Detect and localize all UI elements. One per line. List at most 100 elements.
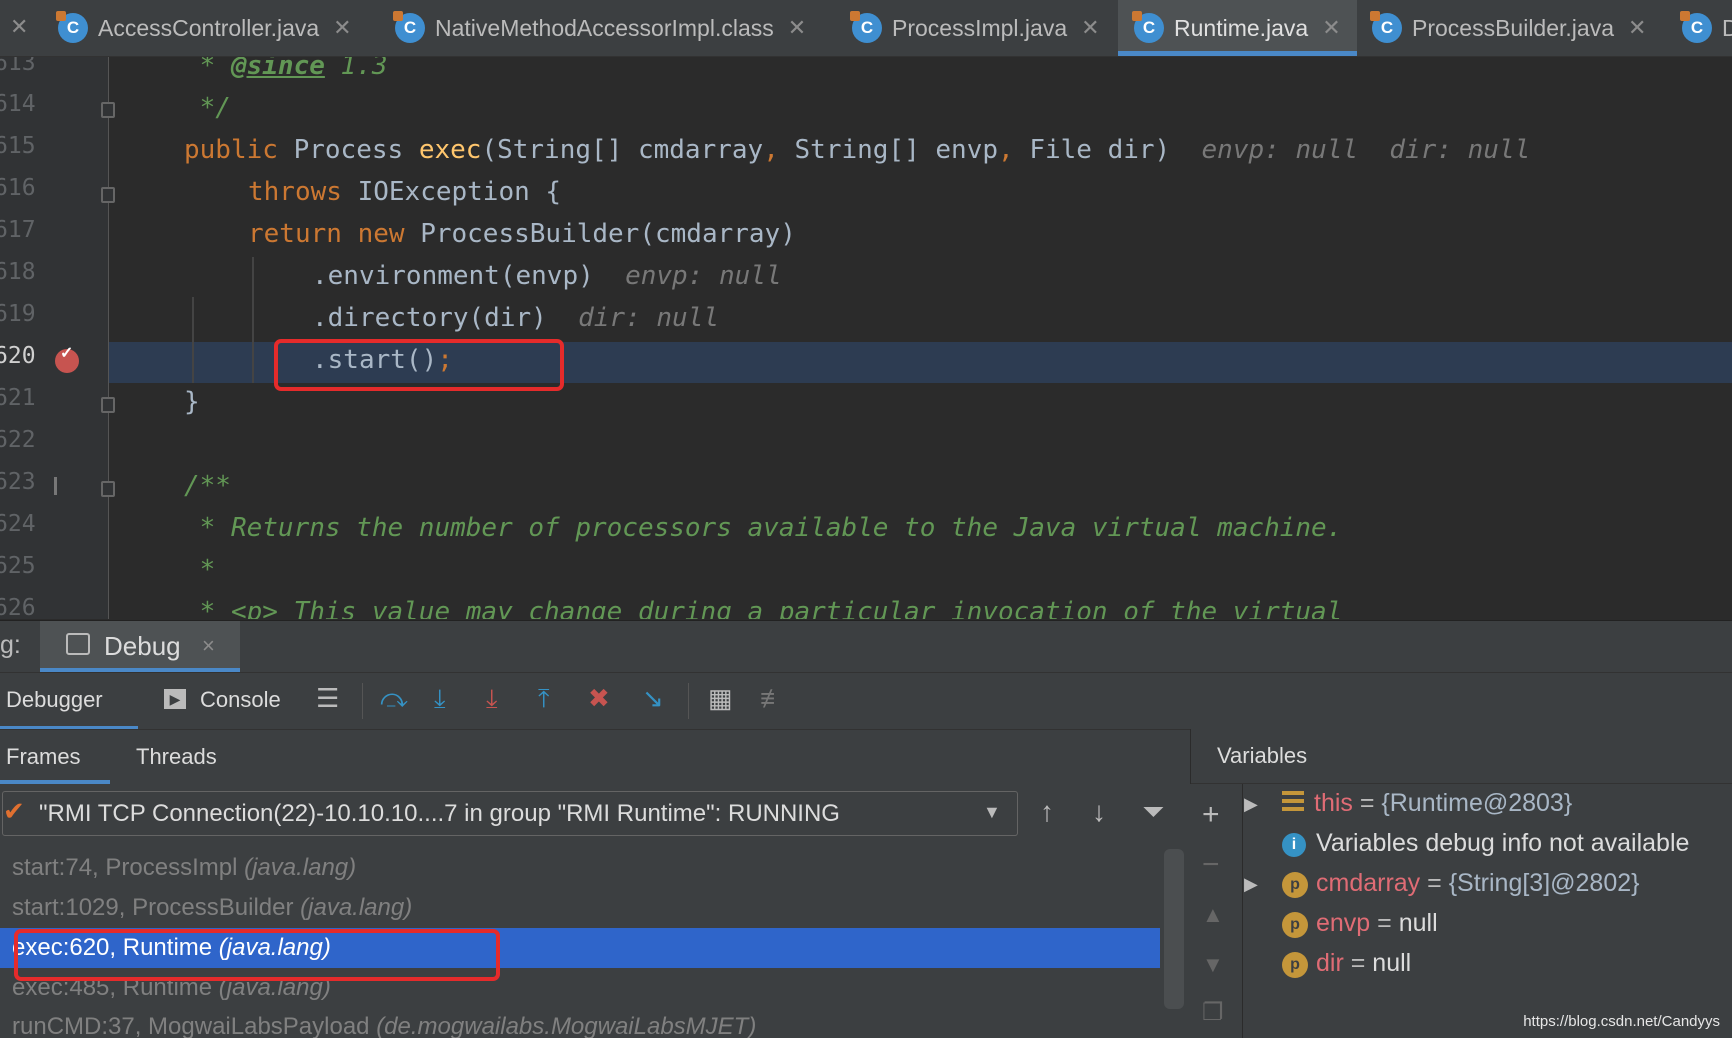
tab-runtime[interactable]: C Runtime.java ✕ bbox=[1118, 0, 1357, 56]
code-token: exec bbox=[418, 135, 482, 165]
fold-icon[interactable] bbox=[101, 187, 115, 203]
variables-title: Variables bbox=[1217, 743, 1308, 768]
expand-arrow-icon[interactable]: ▶ bbox=[1244, 794, 1258, 815]
close-icon[interactable]: ✕ bbox=[10, 14, 28, 40]
code-token: , bbox=[763, 135, 795, 165]
list-item[interactable]: start:74, ProcessImpl (java.lang) bbox=[12, 854, 356, 882]
tab-process-impl[interactable]: C ProcessImpl.java ✕ bbox=[850, 0, 1100, 56]
frames-tab-label: Frames bbox=[6, 744, 81, 769]
inline-debug-hint: envp: null bbox=[593, 261, 782, 291]
variable-name: envp bbox=[1316, 909, 1371, 937]
list-item[interactable]: start:1029, ProcessBuilder (java.lang) bbox=[12, 894, 412, 922]
code-token: @since bbox=[230, 57, 325, 81]
copy-watch-icon[interactable]: ❐ bbox=[1202, 998, 1224, 1027]
step-out-icon[interactable]: ⤒ bbox=[538, 683, 550, 715]
doc-render-icon[interactable] bbox=[54, 477, 77, 495]
variable-row-this[interactable]: this = {Runtime@2803} bbox=[1282, 789, 1572, 818]
line-number: 617 bbox=[0, 217, 36, 243]
tab-overflow[interactable]: C D bbox=[1680, 0, 1732, 56]
move-up-icon[interactable]: ▲ bbox=[1202, 902, 1224, 928]
check-icon: ✔ bbox=[3, 796, 25, 826]
filter-icon[interactable]: ⏷ bbox=[1142, 796, 1164, 829]
frame-list[interactable]: start:74, ProcessImpl (java.lang) start:… bbox=[0, 847, 1160, 1038]
close-icon[interactable]: ✕ bbox=[788, 15, 806, 41]
thread-selector[interactable]: ✔ "RMI TCP Connection(22)-10.10.10....7 … bbox=[2, 791, 1018, 836]
java-class-icon: C bbox=[1370, 11, 1402, 43]
close-icon[interactable]: ✕ bbox=[1081, 15, 1099, 41]
line-number: 621 bbox=[0, 385, 36, 411]
code-line-614: */ bbox=[184, 93, 231, 123]
code-line-619: .directory(dir) dir: null bbox=[312, 303, 719, 333]
field-list-icon bbox=[1282, 791, 1304, 811]
code-token: return new bbox=[248, 219, 421, 249]
expand-arrow-icon[interactable]: ▶ bbox=[1244, 874, 1258, 895]
show-execution-point-icon[interactable]: ☰ bbox=[316, 683, 339, 714]
line-number: 614 bbox=[0, 91, 36, 117]
line-number: 619 bbox=[0, 301, 36, 327]
tab-process-builder[interactable]: C ProcessBuilder.java ✕ bbox=[1370, 0, 1646, 56]
chevron-down-icon[interactable]: ▼ bbox=[983, 802, 1001, 823]
java-class-icon: C bbox=[850, 11, 882, 43]
parameter-icon: p bbox=[1282, 952, 1308, 978]
close-icon[interactable]: ✕ bbox=[1322, 15, 1340, 41]
add-watch-icon[interactable]: + bbox=[1202, 798, 1220, 832]
fold-icon[interactable] bbox=[101, 481, 115, 497]
java-class-icon: C bbox=[393, 11, 425, 43]
tab-threads[interactable]: Threads bbox=[136, 744, 217, 770]
code-line-621: } bbox=[184, 387, 200, 417]
step-into-icon[interactable]: ⤓ bbox=[434, 683, 446, 715]
close-icon[interactable]: × bbox=[202, 633, 215, 659]
force-step-into-icon[interactable]: ⤓ bbox=[486, 683, 498, 715]
previous-frame-icon[interactable]: ↑ bbox=[1040, 796, 1054, 828]
fold-icon[interactable] bbox=[101, 102, 115, 118]
tab-frames[interactable]: Frames bbox=[0, 730, 110, 784]
info-message: Variables debug info not available bbox=[1316, 829, 1690, 857]
tab-native-method-accessor[interactable]: C NativeMethodAccessorImpl.class ✕ bbox=[393, 0, 806, 56]
debugger-toolbar: Debugger ▶ Console ☰ ⤼ ⤓ ⤓ ⤒ ✖ ↘ ▦ ≢ bbox=[0, 672, 1732, 730]
highlight-annotation bbox=[14, 929, 500, 981]
frames-scrollbar[interactable] bbox=[1164, 849, 1184, 1009]
fold-icon[interactable] bbox=[101, 397, 115, 413]
move-down-icon[interactable]: ▼ bbox=[1202, 952, 1224, 978]
frame-method: start:74, ProcessImpl bbox=[12, 854, 245, 881]
trace-stream-icon[interactable]: ≢ bbox=[760, 683, 786, 714]
breakpoint-icon[interactable] bbox=[55, 343, 79, 373]
line-number: 613 bbox=[0, 57, 36, 76]
close-icon[interactable]: ✕ bbox=[333, 15, 351, 41]
code-line-613: * @since 1.3 bbox=[184, 57, 388, 81]
tab-debug[interactable]: Debug × bbox=[40, 621, 240, 673]
line-number: 615 bbox=[0, 133, 36, 159]
code-line-624: * Returns the number of processors avail… bbox=[184, 513, 1343, 543]
tab-label: ProcessImpl.java bbox=[892, 14, 1068, 41]
remove-watch-icon[interactable]: − bbox=[1202, 848, 1220, 882]
line-gutter[interactable]: 613 614 615 616 617 618 619 620 621 622 … bbox=[0, 57, 109, 619]
evaluate-expression-icon[interactable]: ▦ bbox=[708, 683, 733, 714]
code-token: throws bbox=[248, 177, 358, 207]
run-to-cursor-icon[interactable]: ↘ bbox=[642, 683, 664, 714]
tab-debugger[interactable]: Debugger bbox=[0, 673, 138, 730]
line-number-current: 620 bbox=[0, 343, 36, 369]
code-token: Process bbox=[293, 135, 419, 165]
debugger-tab-label: Debugger bbox=[6, 687, 103, 712]
tab-access-controller[interactable]: C AccessController.java ✕ bbox=[56, 0, 352, 56]
frame-method: start:1029, ProcessBuilder bbox=[12, 894, 301, 921]
variable-name: this bbox=[1314, 789, 1353, 817]
step-over-icon[interactable]: ⤼ bbox=[380, 683, 408, 715]
variable-row-envp[interactable]: p envp = null bbox=[1282, 909, 1438, 938]
code-editor[interactable]: 613 614 615 616 617 618 619 620 621 622 … bbox=[0, 57, 1732, 619]
code-line-623: /** bbox=[184, 471, 231, 501]
line-number: 624 bbox=[0, 511, 36, 537]
variable-value: {Runtime@2803} bbox=[1381, 789, 1573, 817]
close-icon[interactable]: ✕ bbox=[1628, 15, 1646, 41]
variable-value: {String[3]@2802} bbox=[1448, 869, 1640, 897]
console-tab-label: Console bbox=[200, 687, 281, 712]
list-item[interactable]: runCMD:37, MogwaiLabsPayload (de.mogwail… bbox=[12, 1013, 756, 1038]
frame-method: runCMD:37, MogwaiLabsPayload bbox=[12, 1013, 377, 1038]
variable-row-cmdarray[interactable]: p cmdarray = {String[3]@2802} bbox=[1282, 869, 1639, 898]
info-icon: i bbox=[1282, 833, 1306, 857]
next-frame-icon[interactable]: ↓ bbox=[1092, 796, 1106, 828]
variable-row-dir[interactable]: p dir = null bbox=[1282, 949, 1411, 978]
drop-frame-icon[interactable]: ✖ bbox=[588, 683, 610, 714]
code-line-615: public Process exec(String[] cmdarray, S… bbox=[184, 135, 1530, 165]
tab-console[interactable]: ▶ Console bbox=[162, 673, 302, 730]
